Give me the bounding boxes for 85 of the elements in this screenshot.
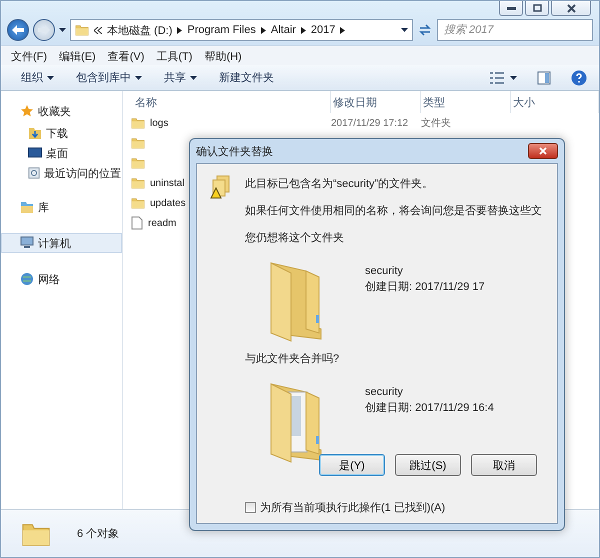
menu-item[interactable]: 帮助(H): [204, 49, 242, 62]
folder-icon: [131, 196, 145, 210]
sidebar-item[interactable]: 计算机: [1, 233, 122, 253]
overflow-chevron-icon: [94, 26, 102, 34]
maximize-icon: [532, 4, 542, 12]
caret-icon: [47, 76, 54, 80]
modified-date: 2017/11/29 17:12: [331, 118, 408, 128]
file-name[interactable]: readm: [148, 218, 176, 228]
toolbar-button[interactable]: 组织: [13, 68, 62, 87]
maximize-button[interactable]: [525, 1, 549, 16]
breadcrumb[interactable]: Program Files: [187, 24, 256, 36]
minimize-icon: [506, 6, 516, 10]
minimize-button[interactable]: [499, 1, 523, 16]
created-date: 创建日期: 2017/11/29 17: [365, 280, 485, 294]
toolbar-button[interactable]: 包含到库中: [68, 68, 150, 87]
column-header[interactable]: 类型: [421, 91, 511, 113]
refresh-icon[interactable]: [417, 22, 433, 38]
detail-text: 如果任何文件使用相同的名称，将会询问您是否要替换这些文: [245, 204, 542, 218]
created-date: 创建日期: 2017/11/29 16:4: [365, 401, 494, 415]
message-text: 此目标已包含名为“security”的文件夹。: [245, 176, 434, 191]
menu-item[interactable]: 文件(F): [11, 49, 48, 62]
back-button[interactable]: [7, 19, 29, 41]
chevron-icon: [260, 26, 266, 34]
view-options-icon[interactable]: [490, 72, 504, 84]
caret-icon: [401, 28, 408, 32]
star-icon: [20, 104, 34, 118]
question-text: 与此文件夹合并吗?: [244, 352, 340, 366]
search-field[interactable]: 搜索 2017: [437, 19, 593, 41]
forward-arrow-icon: [38, 25, 50, 35]
dialog-button[interactable]: 跳过(S): [395, 454, 461, 476]
breadcrumb[interactable]: 2017: [310, 24, 336, 36]
toolbar-button[interactable]: 共享: [156, 68, 205, 87]
file-type: 文件夹: [421, 116, 451, 130]
address-bar[interactable]: 本地磁盘 (D:) Program Files Altair 2017: [70, 19, 413, 41]
dialog-button[interactable]: 取消: [471, 454, 537, 476]
computer-icon: [20, 236, 34, 250]
caret-icon: [190, 76, 197, 80]
menu-item[interactable]: 查看(V): [108, 49, 144, 62]
file-name[interactable]: logs: [150, 118, 168, 128]
back-arrow-icon: [12, 25, 24, 35]
column-header[interactable]: 修改日期: [331, 91, 421, 113]
question-text: 您仍想将这个文件夹: [245, 230, 345, 245]
caret-icon: [510, 76, 517, 80]
menu-item[interactable]: 编辑(E): [59, 49, 96, 62]
toolbar-button[interactable]: 新建文件夹: [211, 68, 282, 87]
chevron-icon: [177, 26, 182, 34]
apply-all-checkbox[interactable]: 为所有当前项执行此操作(1 已找到)(A): [209, 500, 545, 515]
column-header[interactable]: 大小: [511, 91, 599, 113]
desktop-icon: [28, 147, 42, 159]
caret-icon: [135, 76, 142, 80]
close-button[interactable]: [551, 1, 591, 16]
dialog-title: 确认文件夹替换: [196, 144, 273, 158]
network-icon: [20, 272, 34, 286]
sidebar-item[interactable]: 网络: [1, 269, 122, 289]
folder-name: security: [365, 386, 404, 398]
library-icon: [20, 200, 34, 214]
column-header[interactable]: 名称: [131, 91, 331, 113]
sidebar-item[interactable]: 桌面: [1, 143, 122, 163]
help-icon[interactable]: [571, 70, 587, 86]
close-button[interactable]: [528, 143, 558, 159]
caret-icon: [59, 28, 66, 32]
file-name[interactable]: updates: [150, 198, 186, 208]
file-name[interactable]: uninstal: [150, 178, 184, 188]
sidebar-item[interactable]: 收藏夹: [1, 101, 122, 121]
dialog-button[interactable]: 是(Y): [319, 454, 385, 476]
sidebar-item[interactable]: 库: [1, 197, 122, 217]
folder-name: security: [365, 265, 404, 277]
menu-item[interactable]: 工具(T): [156, 49, 192, 62]
download-folder-icon: [28, 126, 42, 140]
breadcrumb[interactable]: 本地磁盘 (D:): [107, 22, 172, 38]
item-count: 6 个对象: [77, 527, 120, 541]
folder-icon: [131, 176, 145, 190]
close-icon: [566, 4, 576, 12]
close-icon: [539, 147, 547, 155]
sidebar-item[interactable]: 最近访问的位置: [1, 163, 122, 183]
file-icon: [131, 216, 143, 230]
folder-icon: [131, 116, 145, 130]
preview-pane-icon[interactable]: [537, 70, 551, 84]
folder-icon: [131, 156, 145, 170]
folder-icon: [75, 23, 89, 37]
chevron-icon: [340, 26, 346, 34]
chevron-icon: [300, 26, 306, 34]
folder-icon: [131, 136, 145, 150]
breadcrumb[interactable]: Altair: [270, 24, 296, 36]
sidebar-item[interactable]: 下载: [1, 123, 122, 143]
